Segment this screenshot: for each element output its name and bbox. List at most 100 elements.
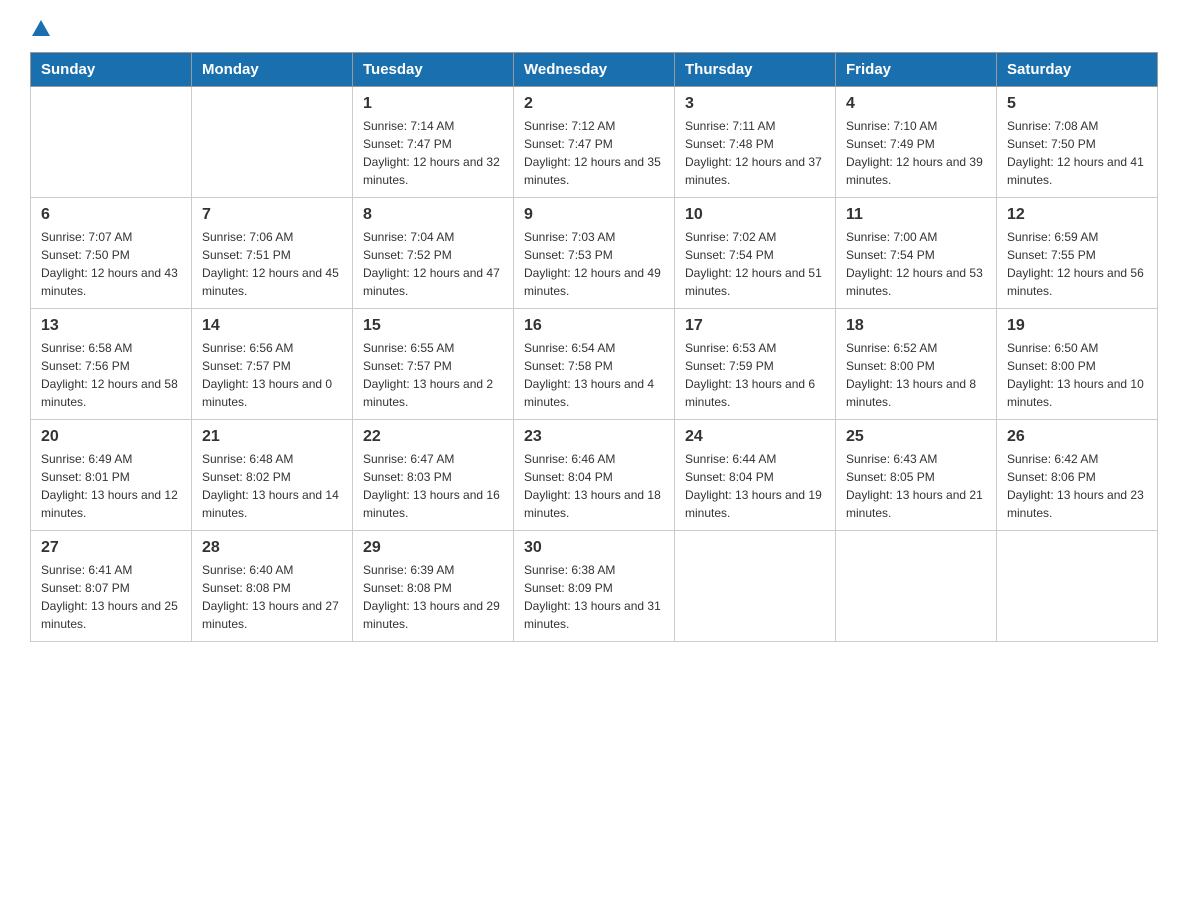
calendar-cell: 5 Sunrise: 7:08 AMSunset: 7:50 PMDaylight… bbox=[997, 87, 1158, 198]
day-number: 5 bbox=[1007, 95, 1147, 113]
day-number: 19 bbox=[1007, 317, 1147, 335]
calendar-cell: 14 Sunrise: 6:56 AMSunset: 7:57 PMDayligh… bbox=[192, 309, 353, 420]
calendar-cell: 1 Sunrise: 7:14 AMSunset: 7:47 PMDaylight… bbox=[353, 87, 514, 198]
day-info: Sunrise: 6:50 AMSunset: 8:00 PMDaylight:… bbox=[1007, 339, 1147, 411]
logo-block bbox=[30, 20, 50, 36]
logo-triangle-up bbox=[32, 20, 50, 36]
calendar-cell: 3 Sunrise: 7:11 AMSunset: 7:48 PMDaylight… bbox=[675, 87, 836, 198]
calendar-cell bbox=[31, 87, 192, 198]
day-info: Sunrise: 7:08 AMSunset: 7:50 PMDaylight:… bbox=[1007, 117, 1147, 189]
day-info: Sunrise: 6:43 AMSunset: 8:05 PMDaylight:… bbox=[846, 450, 986, 522]
calendar-cell: 24 Sunrise: 6:44 AMSunset: 8:04 PMDayligh… bbox=[675, 420, 836, 531]
day-number: 30 bbox=[524, 539, 664, 557]
calendar-cell bbox=[675, 531, 836, 642]
day-info: Sunrise: 7:06 AMSunset: 7:51 PMDaylight:… bbox=[202, 228, 342, 300]
day-number: 6 bbox=[41, 206, 181, 224]
day-info: Sunrise: 6:53 AMSunset: 7:59 PMDaylight:… bbox=[685, 339, 825, 411]
calendar-cell: 4 Sunrise: 7:10 AMSunset: 7:49 PMDaylight… bbox=[836, 87, 997, 198]
day-number: 17 bbox=[685, 317, 825, 335]
calendar-cell: 27 Sunrise: 6:41 AMSunset: 8:07 PMDayligh… bbox=[31, 531, 192, 642]
calendar-week-4: 20 Sunrise: 6:49 AMSunset: 8:01 PMDayligh… bbox=[31, 420, 1158, 531]
day-info: Sunrise: 6:42 AMSunset: 8:06 PMDaylight:… bbox=[1007, 450, 1147, 522]
day-number: 4 bbox=[846, 95, 986, 113]
weekday-header-thursday: Thursday bbox=[675, 53, 836, 87]
calendar-cell: 23Sunrise: 6:46 AMSunset: 8:04 PMDayligh… bbox=[514, 420, 675, 531]
calendar-cell: 15 Sunrise: 6:55 AMSunset: 7:57 PMDayligh… bbox=[353, 309, 514, 420]
weekday-header-friday: Friday bbox=[836, 53, 997, 87]
day-info: Sunrise: 7:07 AMSunset: 7:50 PMDaylight:… bbox=[41, 228, 181, 300]
calendar-cell: 20 Sunrise: 6:49 AMSunset: 8:01 PMDayligh… bbox=[31, 420, 192, 531]
calendar-cell: 30 Sunrise: 6:38 AMSunset: 8:09 PMDayligh… bbox=[514, 531, 675, 642]
weekday-header-sunday: Sunday bbox=[31, 53, 192, 87]
day-number: 14 bbox=[202, 317, 342, 335]
day-number: 13 bbox=[41, 317, 181, 335]
day-info: Sunrise: 6:38 AMSunset: 8:09 PMDaylight:… bbox=[524, 561, 664, 633]
day-number: 20 bbox=[41, 428, 181, 446]
day-number: 9 bbox=[524, 206, 664, 224]
calendar-cell bbox=[192, 87, 353, 198]
calendar-cell bbox=[836, 531, 997, 642]
calendar-cell: 25 Sunrise: 6:43 AMSunset: 8:05 PMDayligh… bbox=[836, 420, 997, 531]
calendar-cell: 29Sunrise: 6:39 AMSunset: 8:08 PMDayligh… bbox=[353, 531, 514, 642]
calendar-cell: 13 Sunrise: 6:58 AMSunset: 7:56 PMDayligh… bbox=[31, 309, 192, 420]
calendar-cell: 28Sunrise: 6:40 AMSunset: 8:08 PMDayligh… bbox=[192, 531, 353, 642]
day-number: 29 bbox=[363, 539, 503, 557]
day-info: Sunrise: 7:02 AMSunset: 7:54 PMDaylight:… bbox=[685, 228, 825, 300]
day-info: Sunrise: 6:41 AMSunset: 8:07 PMDaylight:… bbox=[41, 561, 181, 633]
day-number: 2 bbox=[524, 95, 664, 113]
weekday-header-monday: Monday bbox=[192, 53, 353, 87]
day-number: 8 bbox=[363, 206, 503, 224]
day-number: 26 bbox=[1007, 428, 1147, 446]
calendar-cell: 12 Sunrise: 6:59 AMSunset: 7:55 PMDayligh… bbox=[997, 198, 1158, 309]
calendar-cell: 16Sunrise: 6:54 AMSunset: 7:58 PMDayligh… bbox=[514, 309, 675, 420]
day-info: Sunrise: 7:14 AMSunset: 7:47 PMDaylight:… bbox=[363, 117, 503, 189]
day-number: 28 bbox=[202, 539, 342, 557]
day-info: Sunrise: 7:12 AMSunset: 7:47 PMDaylight:… bbox=[524, 117, 664, 189]
calendar-cell: 6 Sunrise: 7:07 AMSunset: 7:50 PMDaylight… bbox=[31, 198, 192, 309]
day-info: Sunrise: 6:56 AMSunset: 7:57 PMDaylight:… bbox=[202, 339, 342, 411]
day-number: 15 bbox=[363, 317, 503, 335]
calendar-cell: 11Sunrise: 7:00 AMSunset: 7:54 PMDayligh… bbox=[836, 198, 997, 309]
calendar-cell: 26 Sunrise: 6:42 AMSunset: 8:06 PMDayligh… bbox=[997, 420, 1158, 531]
day-number: 7 bbox=[202, 206, 342, 224]
calendar-cell: 17 Sunrise: 6:53 AMSunset: 7:59 PMDayligh… bbox=[675, 309, 836, 420]
calendar-cell: 9Sunrise: 7:03 AMSunset: 7:53 PMDaylight… bbox=[514, 198, 675, 309]
weekday-header-wednesday: Wednesday bbox=[514, 53, 675, 87]
calendar-week-1: 1 Sunrise: 7:14 AMSunset: 7:47 PMDaylight… bbox=[31, 87, 1158, 198]
logo bbox=[30, 20, 50, 36]
calendar-table: SundayMondayTuesdayWednesdayThursdayFrid… bbox=[30, 52, 1158, 642]
day-number: 25 bbox=[846, 428, 986, 446]
day-info: Sunrise: 7:10 AMSunset: 7:49 PMDaylight:… bbox=[846, 117, 986, 189]
day-info: Sunrise: 6:55 AMSunset: 7:57 PMDaylight:… bbox=[363, 339, 503, 411]
day-number: 16 bbox=[524, 317, 664, 335]
calendar-cell: 18Sunrise: 6:52 AMSunset: 8:00 PMDayligh… bbox=[836, 309, 997, 420]
day-info: Sunrise: 7:04 AMSunset: 7:52 PMDaylight:… bbox=[363, 228, 503, 300]
day-number: 1 bbox=[363, 95, 503, 113]
day-info: Sunrise: 7:11 AMSunset: 7:48 PMDaylight:… bbox=[685, 117, 825, 189]
day-number: 3 bbox=[685, 95, 825, 113]
calendar-cell: 2 Sunrise: 7:12 AMSunset: 7:47 PMDaylight… bbox=[514, 87, 675, 198]
calendar-cell: 21Sunrise: 6:48 AMSunset: 8:02 PMDayligh… bbox=[192, 420, 353, 531]
weekday-row: SundayMondayTuesdayWednesdayThursdayFrid… bbox=[31, 53, 1158, 87]
day-number: 18 bbox=[846, 317, 986, 335]
day-number: 24 bbox=[685, 428, 825, 446]
calendar-cell: 10 Sunrise: 7:02 AMSunset: 7:54 PMDayligh… bbox=[675, 198, 836, 309]
day-info: Sunrise: 6:58 AMSunset: 7:56 PMDaylight:… bbox=[41, 339, 181, 411]
calendar-cell: 22Sunrise: 6:47 AMSunset: 8:03 PMDayligh… bbox=[353, 420, 514, 531]
day-info: Sunrise: 6:59 AMSunset: 7:55 PMDaylight:… bbox=[1007, 228, 1147, 300]
day-number: 23 bbox=[524, 428, 664, 446]
weekday-header-saturday: Saturday bbox=[997, 53, 1158, 87]
day-number: 12 bbox=[1007, 206, 1147, 224]
day-number: 27 bbox=[41, 539, 181, 557]
day-info: Sunrise: 6:49 AMSunset: 8:01 PMDaylight:… bbox=[41, 450, 181, 522]
calendar-week-2: 6 Sunrise: 7:07 AMSunset: 7:50 PMDaylight… bbox=[31, 198, 1158, 309]
logo-line1 bbox=[30, 20, 50, 36]
calendar-week-5: 27 Sunrise: 6:41 AMSunset: 8:07 PMDayligh… bbox=[31, 531, 1158, 642]
calendar-header: SundayMondayTuesdayWednesdayThursdayFrid… bbox=[31, 53, 1158, 87]
calendar-cell: 19 Sunrise: 6:50 AMSunset: 8:00 PMDayligh… bbox=[997, 309, 1158, 420]
calendar-week-3: 13 Sunrise: 6:58 AMSunset: 7:56 PMDayligh… bbox=[31, 309, 1158, 420]
calendar-cell: 8 Sunrise: 7:04 AMSunset: 7:52 PMDaylight… bbox=[353, 198, 514, 309]
day-info: Sunrise: 6:44 AMSunset: 8:04 PMDaylight:… bbox=[685, 450, 825, 522]
page-header bbox=[30, 20, 1158, 36]
day-number: 10 bbox=[685, 206, 825, 224]
